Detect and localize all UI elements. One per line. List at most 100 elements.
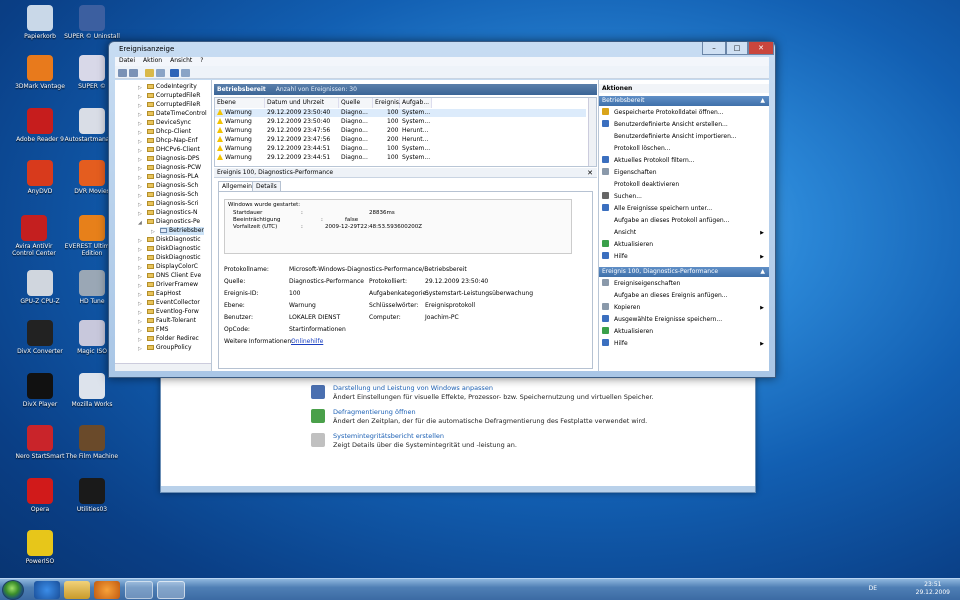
tree-horizontal-scrollbar[interactable] [115, 363, 211, 371]
tree-item[interactable]: ▷ EventCollector [138, 299, 200, 307]
expand-icon[interactable]: ▷ [151, 228, 155, 236]
desktop-icon[interactable]: The Film Machine [62, 425, 122, 460]
back-icon[interactable] [118, 69, 127, 77]
tree-item[interactable]: ▷ DiskDiagnostic [138, 236, 201, 244]
action-item[interactable]: Aufgabe an dieses Ereignis anfügen... [602, 291, 766, 301]
forward-icon[interactable] [129, 69, 138, 77]
tree-item[interactable]: ▷ DiskDiagnostic [138, 245, 201, 253]
table-row[interactable]: Warnung 29.12.2009 23:44:51 Diagno... 100 Sy… [215, 145, 586, 153]
desktop-icon[interactable]: SUPER © Uninstall [62, 5, 122, 40]
event-viewer-taskbar-icon[interactable] [157, 581, 185, 599]
tab-details[interactable]: Details [252, 181, 281, 191]
folder-icon[interactable] [145, 69, 154, 77]
control-panel-taskbar-icon[interactable] [125, 581, 153, 599]
expand-icon[interactable]: ▷ [138, 111, 142, 119]
column-header[interactable]: Ereignis... [373, 98, 405, 108]
expand-icon[interactable]: ▷ [138, 84, 142, 92]
menu-item[interactable]: Ansicht [170, 57, 192, 66]
tree-item[interactable]: ▷ DHCPv6-Client [138, 146, 200, 154]
desktop-icon[interactable]: Utilities03 [62, 478, 122, 513]
tab-general[interactable]: Allgemein [218, 181, 256, 191]
tree-item[interactable]: ▷ Diagnosis-Scri [138, 200, 199, 208]
column-header[interactable]: Aufgab... [400, 98, 432, 108]
tree-item[interactable]: ▷ Diagnosis-Sch [138, 182, 198, 190]
tree-item[interactable]: ▷ Eventlog-Forw [138, 308, 199, 316]
tree-item[interactable]: ▷ Diagnosis-PCW [138, 164, 201, 172]
event-viewer-window[interactable]: Ereignisanzeige – □ ✕ Datei Aktion Ansicht… [108, 41, 776, 378]
tree-item[interactable]: ▷ Fault-Tolerant [138, 317, 196, 325]
ie-taskbar-icon[interactable] [34, 581, 60, 599]
expand-icon[interactable]: ▷ [138, 345, 142, 353]
event-grid[interactable]: Ebene Datum und Uhrzeit Quelle Ereignis... A… [214, 97, 597, 167]
action-item[interactable]: Kopieren ▶ [602, 303, 766, 313]
expand-icon[interactable]: ▷ [138, 210, 142, 218]
desktop-icon[interactable]: Adobe Reader 9 [10, 108, 70, 143]
tree-item[interactable]: ▷ DNS Client Eve [138, 272, 201, 280]
action-item[interactable]: Hilfe ▶ [602, 252, 766, 262]
desktop-icon[interactable]: GPU-Z CPU-Z [10, 270, 70, 305]
online-help-link[interactable]: Onlinehilfe [291, 338, 323, 345]
action-item[interactable]: Gespeicherte Protokolldatei öffnen... [602, 108, 766, 118]
expand-icon[interactable]: ▷ [138, 174, 142, 182]
desktop-icon[interactable]: Nero StartSmart [10, 425, 70, 460]
action-item[interactable]: Ereigniseigenschaften [602, 279, 766, 289]
expand-icon[interactable]: ▷ [138, 201, 142, 209]
desktop-icon[interactable]: DivX Converter [10, 320, 70, 355]
action-item[interactable]: Aktualisieren [602, 327, 766, 337]
desktop-icon[interactable]: Opera [10, 478, 70, 513]
tree-item[interactable]: ▷ Betriebsber [151, 227, 204, 235]
expand-icon[interactable]: ▷ [138, 129, 142, 137]
desktop-icon[interactable]: 3DMark Vantage [10, 55, 70, 90]
action-item[interactable]: Benutzerdefinierte Ansicht erstellen... [602, 120, 766, 130]
menu-item[interactable]: ? [200, 57, 203, 66]
tree-item[interactable]: ▷ Folder Redirec [138, 335, 199, 343]
close-button[interactable]: ✕ [748, 42, 774, 55]
collapse-icon[interactable]: ▲ [760, 267, 765, 277]
grid-scrollbar[interactable] [588, 98, 596, 166]
expand-icon[interactable]: ▷ [138, 165, 142, 173]
actions-section-log[interactable]: Betriebsbereit ▲ [599, 96, 769, 106]
table-row[interactable]: Warnung 29.12.2009 23:50:40 Diagno... 100 Sy… [215, 118, 586, 126]
table-row[interactable]: Warnung 29.12.2009 23:44:51 Diagno... 100 Sy… [215, 154, 586, 162]
task-link[interactable]: Defragmentierung öffnen [333, 408, 416, 416]
action-item[interactable]: Hilfe ▶ [602, 339, 766, 349]
tree-item[interactable]: ▷ Diagnosis-Sch [138, 191, 198, 199]
column-header[interactable]: Quelle [339, 98, 373, 108]
media-player-taskbar-icon[interactable] [94, 581, 120, 599]
language-indicator[interactable]: DE [869, 585, 877, 592]
expand-icon[interactable]: ▷ [138, 336, 142, 344]
menu-item[interactable]: Aktion [143, 57, 162, 66]
background-window[interactable]: Darstellung und Leistung von Windows anp… [160, 373, 756, 493]
action-item[interactable]: Aktuelles Protokoll filtern... [602, 156, 766, 166]
expand-icon[interactable]: ▷ [138, 192, 142, 200]
tree-item[interactable]: ▷ CorruptedFileR [138, 101, 200, 109]
action-item[interactable]: Benutzerdefinierte Ansicht importieren..… [602, 132, 766, 142]
expand-icon[interactable]: ▷ [138, 327, 142, 335]
desktop-icon[interactable]: Papierkorb [10, 5, 70, 40]
expand-icon[interactable]: ▷ [138, 318, 142, 326]
navigation-tree[interactable]: ▷ CodeIntegrity ▷ CorruptedFileR ▷ CorruptedF… [115, 80, 212, 371]
expand-icon[interactable]: ▷ [138, 138, 142, 146]
action-item[interactable]: Ausgewählte Ereignisse speichern... [602, 315, 766, 325]
expand-icon[interactable]: ▷ [138, 147, 142, 155]
expand-icon[interactable]: ▷ [138, 156, 142, 164]
clock[interactable]: 23:51 29.12.2009 [916, 581, 950, 597]
tree-item[interactable]: ▷ DiskDiagnostic [138, 254, 201, 262]
expand-icon[interactable]: ▷ [138, 300, 142, 308]
column-header[interactable]: Datum und Uhrzeit [265, 98, 339, 108]
tree-item[interactable]: ▷ Dhcp-Client [138, 128, 191, 136]
action-item[interactable]: Suchen... [602, 192, 766, 202]
minimize-button[interactable]: – [702, 42, 726, 55]
desktop-icon[interactable]: DivX Player [10, 373, 70, 408]
expand-icon[interactable]: ▷ [138, 273, 142, 281]
tree-item[interactable]: ▷ DeviceSync [138, 119, 191, 127]
tree-item[interactable]: ▷ Diagnosis-DPS [138, 155, 199, 163]
explorer-taskbar-icon[interactable] [64, 581, 90, 599]
tree-item[interactable]: ▷ Dhcp-Nap-Enf [138, 137, 198, 145]
tree-item[interactable]: ◢ Diagnostics-Pe [138, 218, 200, 226]
column-header[interactable]: Ebene [215, 98, 265, 108]
start-button[interactable] [2, 580, 24, 600]
desktop-icon[interactable]: PowerISO [10, 530, 70, 565]
action-item[interactable]: Protokoll löschen... [602, 144, 766, 154]
table-row[interactable]: Warnung 29.12.2009 23:50:40 Diagno... 100 Sy… [215, 109, 586, 117]
